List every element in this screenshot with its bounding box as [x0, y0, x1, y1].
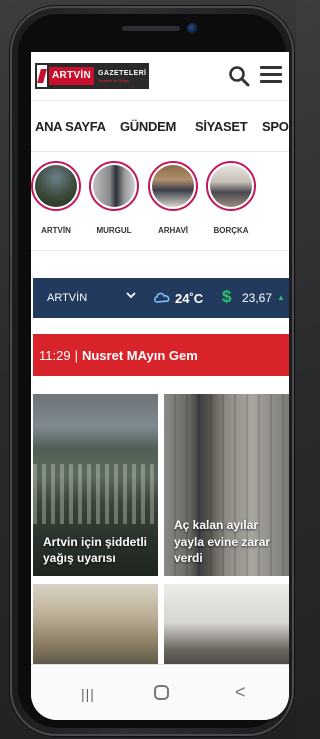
back-icon[interactable]: <: [235, 682, 246, 703]
news-card[interactable]: Artvin için şiddetli yağış uyarısı: [33, 394, 158, 576]
story-label: ARTVİN: [41, 226, 71, 235]
site-header: ARTVİN GAZETELERİ Tarafsız ve Doğru: [31, 52, 289, 100]
logo-right: GAZETELERİ Tarafsız ve Doğru: [98, 70, 146, 83]
news-title: Artvin için şiddetli yağış uyarısı: [43, 534, 148, 565]
search-button[interactable]: [228, 65, 250, 87]
news-title: Aç kalan ayılar yayla evine zarar verdi: [174, 518, 271, 565]
dollar-icon: $: [222, 287, 232, 306]
breaking-news-bar[interactable]: 11:29 | Nusret MAyın Gem: [33, 334, 289, 376]
cloud-icon: [154, 292, 170, 303]
logo-gazeteleri: GAZETELERİ: [98, 69, 147, 77]
story-label: MURGUL: [96, 226, 132, 235]
arrow-up-icon: ▲: [277, 293, 285, 302]
logo-brand: ARTVİN: [49, 67, 95, 85]
hamburger-icon: [260, 66, 282, 83]
menu-button[interactable]: [260, 66, 282, 86]
breaking-time: 11:29: [39, 347, 71, 363]
weather-city[interactable]: ARTVİN: [47, 292, 87, 304]
nav-item-ana-sayfa[interactable]: ANA SAYFA: [35, 119, 106, 134]
news-card[interactable]: Aç kalan ayılar yayla evine zarar verdi: [164, 394, 289, 576]
story-murgul[interactable]: MURGUL: [86, 161, 142, 235]
story-thumbnail: [35, 165, 77, 207]
logo-tagline: Tarafsız ve Doğru: [98, 77, 130, 83]
story-thumbnail: [210, 165, 252, 207]
home-icon[interactable]: [154, 685, 169, 700]
story-artvin[interactable]: ARTVİN: [31, 161, 84, 235]
breaking-headline: Nusret MAyın Gem: [81, 347, 198, 363]
weather-temperature: 24˚C: [175, 290, 204, 306]
story-ring: [148, 161, 198, 211]
story-arhavi[interactable]: ARHAVİ: [145, 161, 201, 235]
breaking-separator: |: [74, 347, 78, 363]
nav-item-siyaset[interactable]: SİYASET: [195, 119, 248, 134]
story-thumbnail: [152, 165, 194, 207]
site-logo[interactable]: ARTVİN GAZETELERİ Tarafsız ve Doğru: [35, 63, 149, 89]
story-ring: [31, 161, 81, 211]
nav-item-gundem[interactable]: GÜNDEM: [120, 119, 176, 134]
nav-item-spor[interactable]: SPOR: [262, 119, 289, 134]
phone-camera: [187, 23, 198, 34]
category-nav: ANA SAYFA GÜNDEM SİYASET SPOR: [31, 100, 289, 152]
system-nav-bar: ||| <: [31, 664, 289, 720]
phone-speaker: [122, 26, 180, 31]
stories-row: ARTVİN MURGUL ARHAVİ BORÇKA: [31, 153, 289, 251]
search-icon: [229, 66, 250, 87]
story-label: BORÇKA: [213, 226, 249, 235]
story-borcka[interactable]: BORÇKA: [203, 161, 259, 235]
app-screen: ARTVİN GAZETELERİ Tarafsız ve Doğru ANA …: [31, 52, 289, 720]
exchange-rate: 23,67: [242, 291, 273, 305]
story-thumbnail: [93, 165, 135, 207]
story-ring: [89, 161, 139, 211]
story-ring: [206, 161, 256, 211]
story-label: ARHAVİ: [157, 226, 189, 235]
chevron-down-icon: [126, 292, 136, 299]
recent-apps-icon[interactable]: |||: [81, 686, 95, 702]
weather-currency-bar: ARTVİN 24˚C $ 23,67 ▲: [33, 278, 289, 318]
logo-mark-icon: [37, 65, 47, 87]
